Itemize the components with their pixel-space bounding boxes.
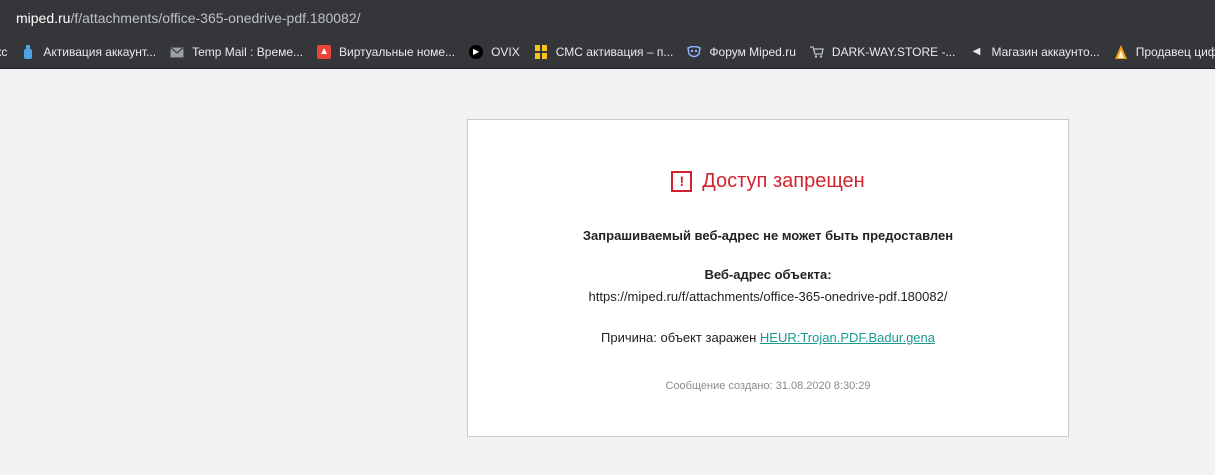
block-page-card: ! Доступ запрещен Запрашиваемый веб-адре… xyxy=(467,119,1069,437)
bookmark-7[interactable]: DARK-WAY.STORE -... xyxy=(809,45,956,59)
blocked-url: https://miped.ru/f/attachments/office-36… xyxy=(588,289,948,304)
ovix-play-icon: ▶ xyxy=(469,45,484,59)
url-path: /f/attachments/office-365-onedrive-pdf.1… xyxy=(70,10,361,26)
url-label: Веб-адрес объекта: xyxy=(704,267,832,282)
bookmark-label: Продавец цифр xyxy=(1135,45,1215,59)
bookmark-label: Temp Mail : Време... xyxy=(192,45,304,59)
red-app-icon: ▲ xyxy=(317,45,332,59)
bookmark-4[interactable]: ▶ OVIX xyxy=(469,45,520,59)
bookmark-0[interactable]: кс xyxy=(0,45,7,59)
bookmark-label: Виртуальные номе... xyxy=(339,45,456,59)
bookmark-label: Магазин аккаунто... xyxy=(991,45,1100,59)
bookmark-label: СМС активация – п... xyxy=(555,45,674,59)
mail-icon xyxy=(170,45,185,59)
sms-grid-icon xyxy=(534,45,548,59)
bookmark-6[interactable]: Форум Miped.ru xyxy=(687,45,796,59)
bookmark-1[interactable]: Активация аккаунт... xyxy=(21,45,156,59)
bookmark-label: Форум Miped.ru xyxy=(709,45,796,59)
bookmark-9[interactable]: Продавец цифр xyxy=(1114,45,1215,59)
block-subtitle: Запрашиваемый веб-адрес не может быть пр… xyxy=(582,228,954,243)
bookmark-label: OVIX xyxy=(491,45,520,59)
title-row: ! Доступ запрещен xyxy=(468,170,1068,193)
url-host: miped.ru xyxy=(16,10,71,26)
reason-prefix: Причина: объект заражен xyxy=(601,330,757,345)
warning-icon: ! xyxy=(671,171,693,192)
flame-icon xyxy=(1114,45,1128,59)
threat-link[interactable]: HEUR:Trojan.PDF.Badur.gena xyxy=(760,330,935,345)
page-content: ! Доступ запрещен Запрашиваемый веб-адре… xyxy=(0,70,1215,475)
bottle-icon xyxy=(21,45,35,59)
block-reason: Причина: объект заражен HEUR:Trojan.PDF.… xyxy=(468,330,1068,345)
cart-icon xyxy=(809,45,824,59)
created-timestamp: Сообщение создано: 31.08.2020 8:30:29 xyxy=(665,380,871,392)
bookmark-2[interactable]: Temp Mail : Време... xyxy=(170,45,303,59)
bookmark-label: кс xyxy=(0,45,8,59)
speaker-icon: ◀ xyxy=(972,46,981,57)
page-title: Доступ запрещен xyxy=(702,170,865,192)
bookmark-5[interactable]: СМС активация – п... xyxy=(534,45,674,59)
mask-icon xyxy=(687,45,702,59)
bookmark-label: Активация аккаунт... xyxy=(43,45,157,59)
address-bar[interactable]: miped.ru/f/attachments/office-365-onedri… xyxy=(0,0,1215,36)
bookmark-label: DARK-WAY.STORE -... xyxy=(831,45,956,59)
bookmarks-bar: кс Активация аккаунт... Temp Mail : Врем… xyxy=(0,36,1215,69)
bookmark-3[interactable]: ▲ Виртуальные номе... xyxy=(317,45,455,59)
bookmark-8[interactable]: ◀ Магазин аккаунто... xyxy=(969,45,1100,59)
